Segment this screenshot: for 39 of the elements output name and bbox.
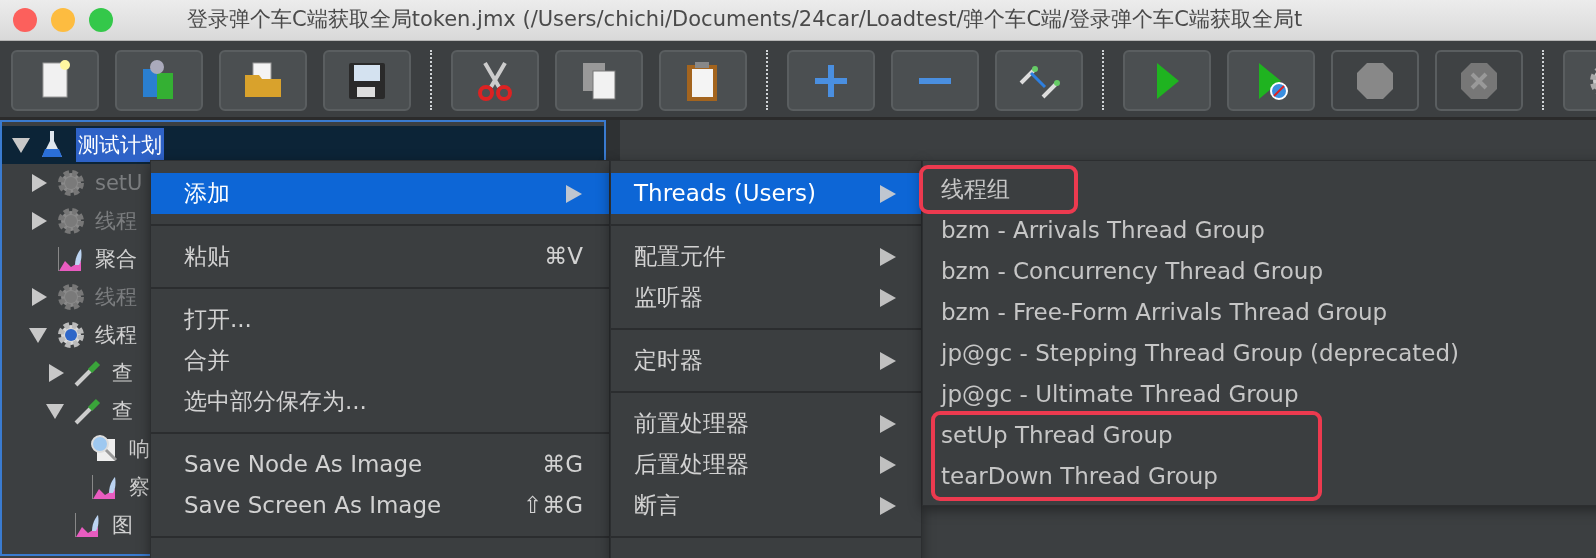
- menu-item[interactable]: 配置元件: [611, 236, 921, 277]
- toolbar-button[interactable]: [11, 50, 99, 111]
- window-title: 登录弹个车C端获取全局token.jmx (/Users/chichi/Documents/24car/Loadtest/弹个车C端/登录弹个车C端获取全局t: [186, 6, 1303, 34]
- menu-item[interactable]: 前置处理器: [611, 403, 921, 444]
- menu-item[interactable]: jp@gc - Ultimate Thread Group: [941, 374, 1299, 415]
- toolbar-button[interactable]: [323, 50, 411, 111]
- menu-item[interactable]: jp@gc - Stepping Thread Group (deprecated): [941, 333, 1459, 374]
- menu-item[interactable]: 定时器: [611, 340, 921, 381]
- menu-item[interactable]: Save Screen As Image ⇧⌘G: [151, 485, 609, 526]
- tree-item[interactable]: 聚合: [93, 242, 139, 276]
- menu-item[interactable]: 粘贴 ⌘V: [151, 236, 609, 277]
- menu-item[interactable]: Save Node As Image ⌘G: [151, 444, 609, 485]
- menu-item[interactable]: setUp Thread Group: [941, 415, 1173, 456]
- minus-icon: [919, 77, 951, 84]
- menu-item[interactable]: 合并: [151, 340, 609, 381]
- menu-item[interactable]: Threads (Users): [611, 173, 921, 214]
- menu-item[interactable]: tearDown Thread Group: [941, 456, 1218, 497]
- tree-item[interactable]: 测试计划: [76, 128, 164, 162]
- menu-item[interactable]: 打开...: [151, 299, 609, 340]
- toolbar-button[interactable]: [995, 50, 1083, 111]
- menu-item[interactable]: 线程组: [941, 169, 1010, 210]
- menu-item[interactable]: bzm - Concurrency Thread Group: [941, 251, 1323, 292]
- menu-item[interactable]: 断言: [611, 485, 921, 526]
- tree-item[interactable]: 响: [127, 432, 152, 466]
- tree-item[interactable]: 图: [110, 508, 135, 542]
- toolbar-button[interactable]: [451, 50, 539, 111]
- toolbar-button[interactable]: [555, 50, 643, 111]
- menu-item[interactable]: bzm - Free-Form Arrivals Thread Group: [941, 292, 1388, 333]
- tree-item[interactable]: 察: [127, 470, 152, 504]
- toolbar-button[interactable]: [659, 50, 747, 111]
- menu-item[interactable]: 选中部分保存为...: [151, 381, 609, 422]
- tree-item[interactable]: 查: [110, 356, 135, 390]
- menu-item[interactable]: bzm - Arrivals Thread Group: [941, 210, 1265, 251]
- tree-item[interactable]: 线程: [93, 318, 139, 352]
- tree-item[interactable]: 查: [110, 394, 135, 428]
- menu-item[interactable]: 后置处理器: [611, 444, 921, 485]
- menu-item[interactable]: 添加: [151, 173, 609, 214]
- toolbar-button[interactable]: [219, 50, 307, 111]
- menu-item[interactable]: 监听器: [611, 277, 921, 318]
